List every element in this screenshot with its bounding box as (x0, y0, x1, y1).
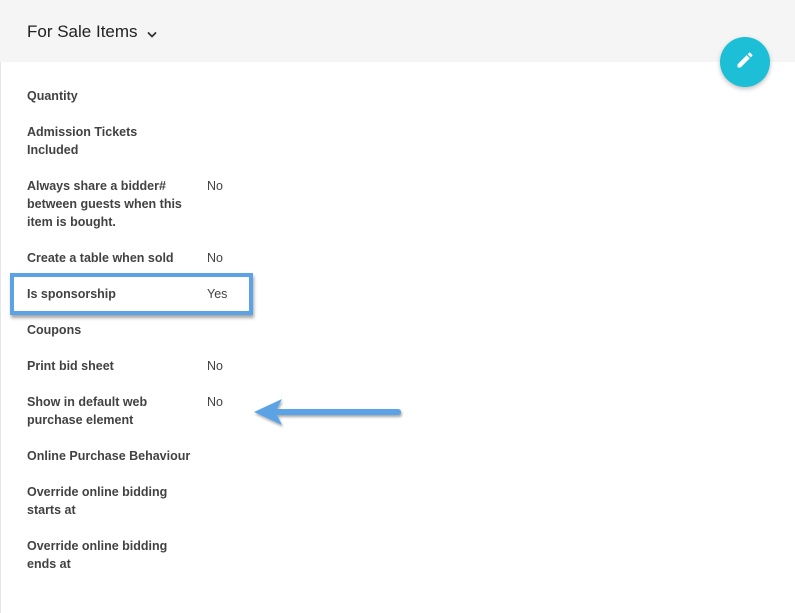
field-label: Override online bidding starts at (27, 485, 168, 517)
field-label: Coupons (27, 323, 82, 337)
field-label: Always share a bidder# between guests wh… (27, 179, 182, 229)
field-label: Quantity (27, 89, 78, 103)
field-value: No (207, 179, 223, 193)
field-label: Create a table when sold (27, 251, 174, 265)
field-label: Print bid sheet (27, 359, 114, 373)
field-value: No (207, 395, 223, 409)
highlight-box (10, 273, 253, 315)
section-header: For Sale Items (0, 0, 795, 62)
edit-button[interactable] (720, 37, 770, 87)
field-label: Online Purchase Behaviour (27, 449, 191, 463)
field-value: No (207, 251, 223, 265)
chevron-down-icon (146, 26, 158, 38)
section-title-dropdown[interactable]: For Sale Items (27, 22, 158, 42)
pencil-icon (735, 50, 755, 75)
field-label: Admission Tickets Included (27, 125, 138, 157)
field-label: Override online bidding ends at (27, 539, 168, 571)
section-title: For Sale Items (27, 22, 138, 41)
left-arrow-icon (250, 396, 405, 435)
field-value: No (207, 359, 223, 373)
field-label: Show in default web purchase element (27, 395, 148, 427)
